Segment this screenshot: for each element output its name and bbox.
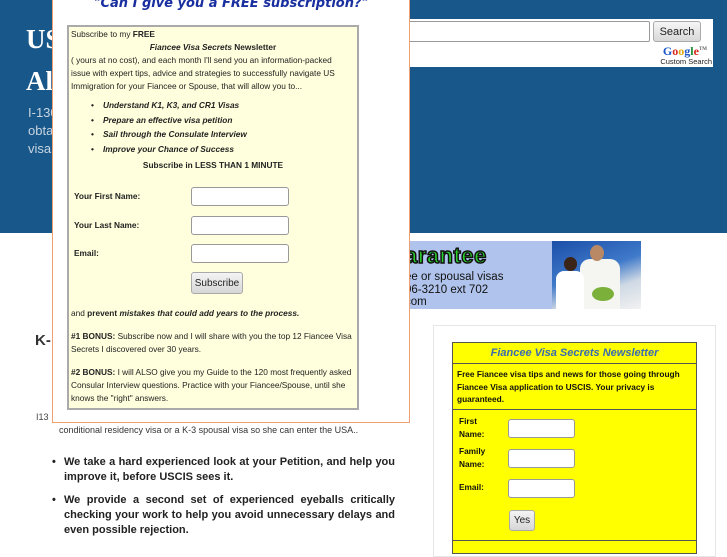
popup-intro-line: Immigration for your Fiancee or Spouse, … xyxy=(71,81,303,91)
subscribe-button[interactable]: Subscribe xyxy=(191,272,243,294)
site-title-line2: Al xyxy=(26,66,53,96)
list-item: • Sail through the Consulate Interview xyxy=(91,129,247,139)
newsletter-family-name-input[interactable] xyxy=(508,449,575,468)
popup-benefits-list: • Understand K1, K3, and CR1 Visas • Prepa… xyxy=(91,98,247,156)
newsletter-email-input[interactable] xyxy=(508,479,575,498)
i130-text-fragment: I13 xyxy=(36,412,49,422)
popup-title: "Can I give you a FREE subscription?" xyxy=(93,0,369,11)
list-item: • We take a hard experienced look at your… xyxy=(52,456,395,483)
newsletter-signup-box: Fiancee Visa Secrets Newsletter Free Fia… xyxy=(452,342,697,554)
popup-intro-line: issue with expert tips, advice and strat… xyxy=(71,68,335,78)
popup-bonus-1: #1 BONUS: Subscribe now and I will share… xyxy=(71,331,352,354)
popup-email-input[interactable] xyxy=(191,244,289,263)
popup-last-name-input[interactable] xyxy=(191,216,289,235)
email-label: Email: xyxy=(459,482,484,492)
section-heading: K- xyxy=(35,332,51,349)
ad-headline: arantee xyxy=(405,242,487,269)
custom-search-label: Custom Search xyxy=(660,57,712,66)
popup-newsletter-name: Fiancee Visa Secrets Newsletter xyxy=(149,42,277,52)
search-input[interactable] xyxy=(408,21,650,42)
popup-intro: Subscribe to my FREE xyxy=(71,29,155,39)
newsletter-description: Free Fiancee visa tips and news for thos… xyxy=(453,364,696,410)
popup-first-name-input[interactable] xyxy=(191,187,289,206)
newsletter-form: First Name: Family Name: Email: Yes xyxy=(453,410,696,541)
conditional-visa-text: conditional residency visa or a K-3 spou… xyxy=(59,425,359,435)
newsletter-title: Fiancee Visa Secrets Newsletter xyxy=(453,343,696,364)
popup-subscription-form: Subscribe to my FREE Fiancee Visa Secret… xyxy=(67,25,359,410)
wedding-couple-photo xyxy=(552,241,641,309)
first-name-label: First Name: xyxy=(459,416,485,439)
ad-line: 06-3210 ext 702 xyxy=(405,284,489,296)
last-name-label: Your Last Name: xyxy=(74,220,140,230)
list-item: • We provide a second set of experienced … xyxy=(52,494,395,536)
email-label: Email: xyxy=(74,248,99,258)
popup-subscribe-heading: Subscribe in LESS THAN 1 MINUTE xyxy=(142,160,284,170)
guarantee-ad-banner[interactable]: arantee ee or spousal visas 06-3210 ext … xyxy=(405,241,641,309)
popup-bonus-2: #2 BONUS: I will ALSO give you my Guide … xyxy=(71,367,352,403)
google-custom-search: Search GoogleTM Custom Search xyxy=(408,19,713,67)
popup-prevent-text: and prevent mistakes that could add year… xyxy=(71,308,300,318)
service-bullet-list: • We take a hard experienced look at your… xyxy=(50,455,395,546)
first-name-label: Your First Name: xyxy=(74,191,141,201)
list-item: • Understand K1, K3, and CR1 Visas xyxy=(91,100,240,110)
family-name-label: Family Name: xyxy=(459,446,486,469)
list-item: • Improve your Chance of Success xyxy=(91,143,234,154)
subscription-popup: "Can I give you a FREE subscription?" Su… xyxy=(52,0,410,423)
ad-line: ee or spousal visas xyxy=(405,271,504,283)
newsletter-first-name-input[interactable] xyxy=(508,419,575,438)
newsletter-yes-button[interactable]: Yes xyxy=(509,510,535,531)
popup-intro-line: ( yours at no cost), and each month I'll… xyxy=(71,55,332,65)
list-item: • Prepare an effective visa petition xyxy=(91,114,233,125)
search-button[interactable]: Search xyxy=(653,21,701,42)
